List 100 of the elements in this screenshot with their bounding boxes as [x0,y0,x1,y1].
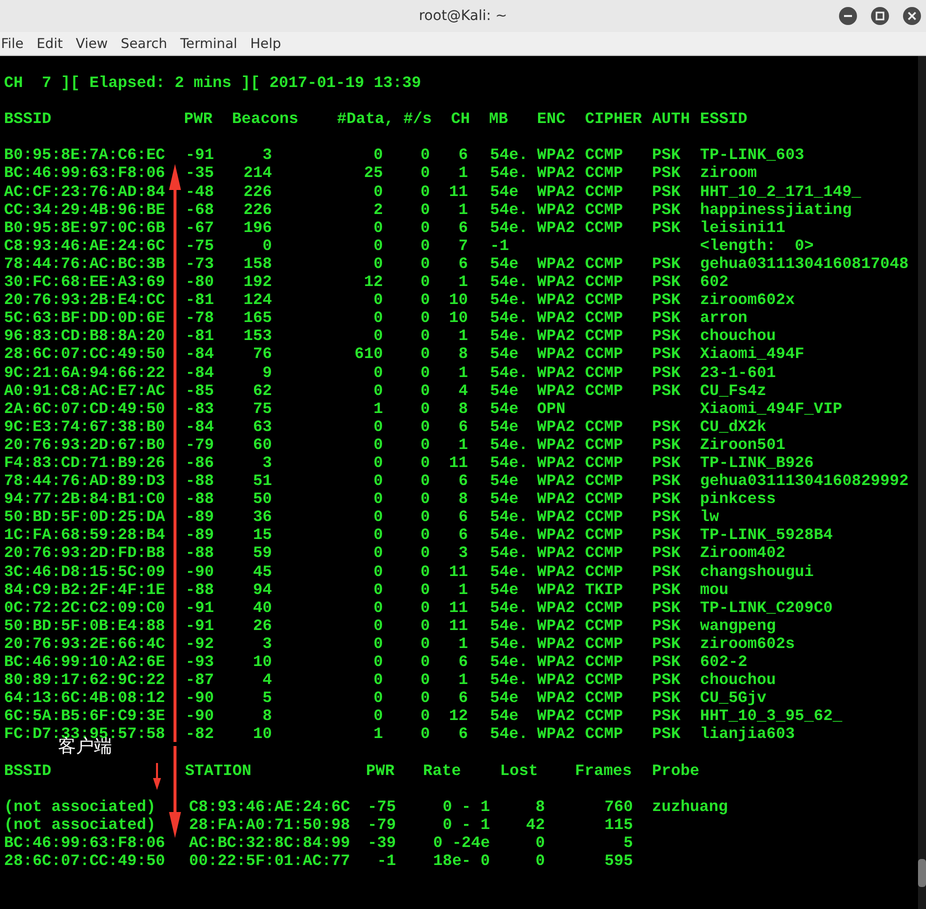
essid-cell: 602-2 [700,653,748,672]
bssid-cell: 78:44:76:AD:89:D3 [4,472,166,490]
annotation-arrow [153,763,161,790]
rate-per-second-cell: 0 [420,254,430,274]
bssid-cell: (not associated) [4,798,156,816]
encryption-cell: WPA2 [537,472,575,490]
bssid-cell: 20:76:93:2D:67:B0 [4,436,166,454]
auth-cell: PSK [652,544,680,563]
power-cell: -90 [186,707,214,726]
bssid-cell: 9C:21:6A:94:66:22 [4,364,166,382]
auth-cell: PSK [652,146,680,164]
cipher-cell: CCMP [585,508,623,526]
column-header: CIPHER [585,110,642,128]
cipher-cell: CCMP [585,327,623,346]
menu-item[interactable]: View [76,36,116,52]
column-header: #Data, #/s [337,110,432,128]
data-cell: 2 [374,200,383,219]
data-cell: 0 [374,653,383,672]
menu-item[interactable]: Search [120,36,176,52]
channel-cell: 7 [458,236,468,255]
encryption-cell: WPA2 [537,327,575,346]
bssid-cell: B0:95:8E:97:0C:6B [4,218,166,237]
speed-cell-text: 54e [489,689,518,708]
cipher-cell: CCMP [585,164,623,183]
bssid-cell: 94:77:2B:84:B1:C0 [4,490,166,508]
beacons-cell: 45 [253,562,272,581]
rate-per-second-cell: 0 [420,291,430,310]
minimize-button[interactable] [838,6,858,26]
bssid-cell: 1C:FA:68:59:28:B4 [4,526,166,544]
menu-item[interactable]: Edit [36,36,71,52]
encryption-cell: WPA2 [537,382,575,400]
rate-per-second-cell: 0 [420,364,430,382]
cipher-cell: CCMP [585,598,623,617]
column-header: Frames [575,762,632,780]
data-cell: 0 [374,508,383,526]
power-cell: -73 [186,254,214,274]
bssid-cell: 28:6C:07:CC:49:50 [4,852,166,870]
channel-cell: 11 [449,454,468,472]
rate-cell: 0 -24e [433,834,490,852]
close-button[interactable] [902,6,922,26]
lost-cell: 0 [536,852,545,870]
bssid-cell: 64:13:6C:4B:08:12 [4,689,166,708]
data-cell: 0 [374,454,383,472]
encryption-cell: WPA2 [537,653,575,672]
bssid-cell: 20:76:93:2B:E4:CC [4,291,166,310]
power-cell: -48 [186,182,214,201]
station-cell-text: C8:93:46:AE:24:6C [188,798,350,816]
essid-cell: Ziroom402 [700,544,786,563]
rate-per-second-cell: 0 [420,327,430,346]
power-cell: -1 [377,852,396,870]
auth-cell: PSK [652,309,680,328]
lost-cell: 8 [536,798,545,816]
rate-per-second-cell: 0 [420,472,430,490]
menu-item[interactable]: File [1,36,32,52]
rate-per-second-cell: 0 [420,689,430,708]
beacons-cell: 63 [253,418,272,436]
rate-per-second-cell: 0 [420,200,430,219]
power-cell: -89 [186,526,214,544]
speed-cell-text: 54e [489,382,518,400]
encryption-cell: WPA2 [537,418,575,436]
cipher-cell: CCMP [585,653,623,672]
rate-per-second-cell: 0 [420,418,430,436]
speed-cell-text: 54e [489,182,518,201]
menu-item[interactable]: Terminal [180,36,246,52]
essid-cell: chouchou [700,327,776,346]
beacons-cell: 8 [262,707,272,726]
auth-cell: PSK [652,291,680,310]
beacons-cell: 5 [262,689,272,708]
rate-per-second-cell: 0 [420,562,430,581]
auth-cell: PSK [652,418,680,436]
column-header: Rate [423,762,461,780]
auth-cell: PSK [652,526,680,544]
bssid-cell: 5C:63:BF:DD:0D:6E [4,309,166,328]
bssid-cell: 0C:72:2C:C2:09:C0 [4,598,166,617]
data-cell: 610 [354,345,383,364]
encryption-cell: WPA2 [537,182,575,201]
data-cell: 0 [374,562,383,581]
channel-cell: 8 [458,400,468,418]
power-cell: -88 [186,544,214,563]
auth-cell: PSK [652,364,680,382]
rate-per-second-cell: 0 [420,707,430,726]
scrollbar-thumb[interactable] [918,859,926,887]
menu-item[interactable]: Help [250,36,290,52]
bssid-cell: 50:BD:5F:0B:E4:88 [4,616,166,635]
essid-cell: TP-LINK_5928B4 [700,526,833,544]
data-cell: 0 [374,436,383,454]
data-cell: 0 [374,707,383,726]
maximize-button[interactable] [870,6,890,26]
speed-cell-text: 54e. [489,364,528,382]
bssid-cell: B0:95:8E:7A:C6:EC [4,146,166,164]
speed-cell-text: 54e. [489,309,528,328]
channel-cell: 6 [458,508,468,526]
bssid-cell: (not associated) [4,816,156,834]
power-cell: -68 [186,200,214,219]
encryption-cell: WPA2 [537,508,575,526]
encryption-cell: WPA2 [537,218,575,237]
beacons-cell: 165 [244,309,272,328]
cipher-cell: CCMP [585,454,623,472]
channel-cell: 12 [449,707,468,726]
encryption-cell: WPA2 [537,725,575,744]
